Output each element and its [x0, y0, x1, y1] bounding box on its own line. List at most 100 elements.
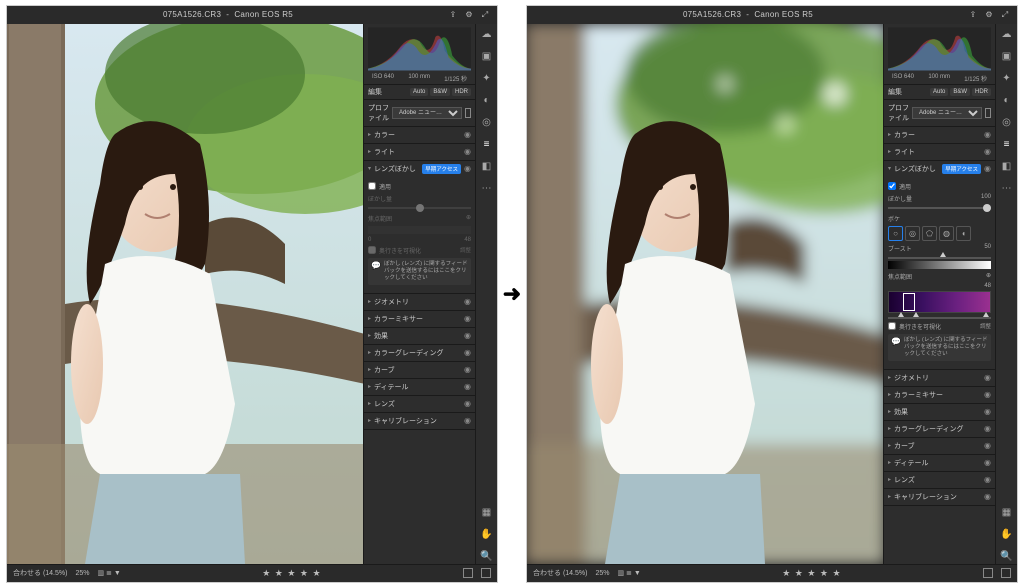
zoomfit-icon[interactable]: ▦ — [480, 506, 494, 520]
auto-button[interactable]: Auto — [930, 88, 948, 96]
section-calib[interactable]: ▸キャリブレーション◉ — [364, 413, 475, 429]
eye-icon[interactable]: ◉ — [984, 475, 991, 484]
bokeh-ring[interactable]: ◍ — [939, 226, 954, 241]
feedback-box[interactable]: 💬 ぼかし (レンズ) に関するフィードバックを送信するにはここをクリックしてく… — [368, 258, 471, 285]
auto-button[interactable]: Auto — [410, 88, 428, 96]
redeye-icon[interactable]: ◎ — [1000, 116, 1014, 130]
eye-icon[interactable]: ◉ — [464, 348, 471, 357]
section-colorgrade[interactable]: ▸カラーグレーディング◉ — [364, 345, 475, 361]
rating-stars[interactable]: ★ ★ ★ ★ ★ — [262, 568, 321, 579]
eye-icon[interactable]: ◉ — [984, 373, 991, 382]
apply-checkbox[interactable] — [368, 182, 376, 190]
grid-icon[interactable] — [983, 568, 993, 578]
focus-target-icon[interactable]: ⊕ — [986, 272, 991, 281]
section-lensblur-head[interactable]: ▾ レンズぼかし 早期アクセス ◉ — [884, 161, 995, 177]
info-icon[interactable] — [481, 568, 491, 578]
section-geometry[interactable]: ▸ジオメトリ◉ — [884, 370, 995, 386]
section-light[interactable]: ▸ライト◉ — [364, 144, 475, 160]
eye-icon[interactable]: ◉ — [984, 492, 991, 501]
eye-icon[interactable]: ◉ — [464, 147, 471, 156]
focal-range-slider[interactable] — [888, 317, 991, 319]
section-colormix[interactable]: ▸カラーミキサー◉ — [884, 387, 995, 403]
bw-button[interactable]: B&W — [950, 88, 970, 96]
eye-icon[interactable]: ◉ — [984, 390, 991, 399]
zoom-icon[interactable]: 🔍 — [480, 550, 494, 564]
amount-slider[interactable] — [888, 207, 991, 209]
zoomfit-icon[interactable]: ▦ — [1000, 506, 1014, 520]
crop-icon[interactable]: ▣ — [1000, 50, 1014, 64]
section-curve[interactable]: ▸カーブ◉ — [364, 362, 475, 378]
filter-icons[interactable]: ▥ ≣ ▼ — [97, 569, 120, 577]
fit-label[interactable]: 合わせる (14.5%) — [533, 568, 587, 578]
gear-icon[interactable]: ⚙ — [463, 9, 475, 21]
section-color[interactable]: ▸カラー◉ — [884, 127, 995, 143]
section-light[interactable]: ▸ライト◉ — [884, 144, 995, 160]
bokeh-soap[interactable]: ◎ — [905, 226, 920, 241]
depth-map[interactable] — [888, 291, 991, 313]
section-colorgrade[interactable]: ▸カラーグレーディング◉ — [884, 421, 995, 437]
gear-icon[interactable]: ⚙ — [983, 9, 995, 21]
bokeh-blade5[interactable]: ⬠ — [922, 226, 937, 241]
section-color[interactable]: ▸カラー◉ — [364, 127, 475, 143]
profile-browse-icon[interactable] — [985, 108, 991, 118]
section-geometry[interactable]: ▸ジオメトリ◉ — [364, 294, 475, 310]
bokeh-circle[interactable]: ○ — [888, 226, 903, 241]
share-icon[interactable]: ⇪ — [447, 9, 459, 21]
section-calib[interactable]: ▸キャリブレーション◉ — [884, 489, 995, 505]
eye-icon[interactable]: ◉ — [984, 441, 991, 450]
visualize-checkbox[interactable] — [888, 322, 896, 330]
eye-icon[interactable]: ◉ — [464, 416, 471, 425]
expand-icon[interactable]: ⤢ — [999, 9, 1011, 21]
eye-icon[interactable]: ◉ — [464, 399, 471, 408]
share-icon[interactable]: ⇪ — [967, 9, 979, 21]
apply-checkbox-row[interactable]: 適用 — [888, 182, 991, 191]
section-lens[interactable]: ▸レンズ◉ — [364, 396, 475, 412]
photo-viewport[interactable] — [7, 24, 363, 564]
presets-icon[interactable]: ◧ — [480, 160, 494, 174]
profile-select[interactable]: Adobe ニュー… — [392, 107, 462, 119]
section-curve[interactable]: ▸カーブ◉ — [884, 438, 995, 454]
cloud-icon[interactable]: ☁ — [480, 28, 494, 42]
mask-icon[interactable]: ◐ — [480, 94, 494, 108]
filter-icons[interactable]: ▥ ≣ ▼ — [617, 569, 640, 577]
refine-link[interactable]: 調整 — [980, 322, 991, 330]
heal-icon[interactable]: ✦ — [480, 72, 494, 86]
profile-select[interactable]: Adobe ニュー… — [912, 107, 982, 119]
eye-icon[interactable]: ◉ — [984, 458, 991, 467]
histogram[interactable]: ISO 640 100 mm 1/125 秒 — [884, 24, 995, 84]
eye-icon[interactable]: ◉ — [464, 382, 471, 391]
eye-icon[interactable]: ◉ — [984, 407, 991, 416]
hand-icon[interactable]: ✋ — [1000, 528, 1014, 542]
section-lensblur-head[interactable]: ▾ レンズぼかし 早期アクセス ◉ — [364, 161, 475, 177]
eye-icon[interactable]: ◉ — [984, 164, 991, 173]
eye-icon[interactable]: ◉ — [464, 365, 471, 374]
eye-icon[interactable]: ◉ — [984, 424, 991, 433]
section-effects[interactable]: ▸効果◉ — [884, 404, 995, 420]
zoom-label[interactable]: 25% — [595, 570, 609, 577]
bokeh-cat[interactable]: ◖ — [956, 226, 971, 241]
grid-icon[interactable] — [463, 568, 473, 578]
section-effects[interactable]: ▸効果◉ — [364, 328, 475, 344]
heal-icon[interactable]: ✦ — [1000, 72, 1014, 86]
eye-icon[interactable]: ◉ — [464, 130, 471, 139]
hdr-button[interactable]: HDR — [972, 88, 991, 96]
section-detail[interactable]: ▸ディテール◉ — [364, 379, 475, 395]
zoom-icon[interactable]: 🔍 — [1000, 550, 1014, 564]
zoom-label[interactable]: 25% — [75, 570, 89, 577]
mask-icon[interactable]: ◐ — [1000, 94, 1014, 108]
eye-icon[interactable]: ◉ — [464, 314, 471, 323]
rating-stars[interactable]: ★ ★ ★ ★ ★ — [782, 568, 841, 579]
cloud-icon[interactable]: ☁ — [1000, 28, 1014, 42]
section-lens[interactable]: ▸レンズ◉ — [884, 472, 995, 488]
eye-icon[interactable]: ◉ — [984, 147, 991, 156]
presets-icon[interactable]: ◧ — [1000, 160, 1014, 174]
profile-browse-icon[interactable] — [465, 108, 471, 118]
photo-viewport[interactable] — [527, 24, 883, 564]
hdr-button[interactable]: HDR — [452, 88, 471, 96]
hand-icon[interactable]: ✋ — [480, 528, 494, 542]
boost-slider[interactable] — [888, 257, 991, 259]
eye-icon[interactable]: ◉ — [464, 297, 471, 306]
info-icon[interactable] — [1001, 568, 1011, 578]
apply-checkbox-row[interactable]: 適用 — [368, 182, 471, 191]
apply-checkbox[interactable] — [888, 182, 896, 190]
